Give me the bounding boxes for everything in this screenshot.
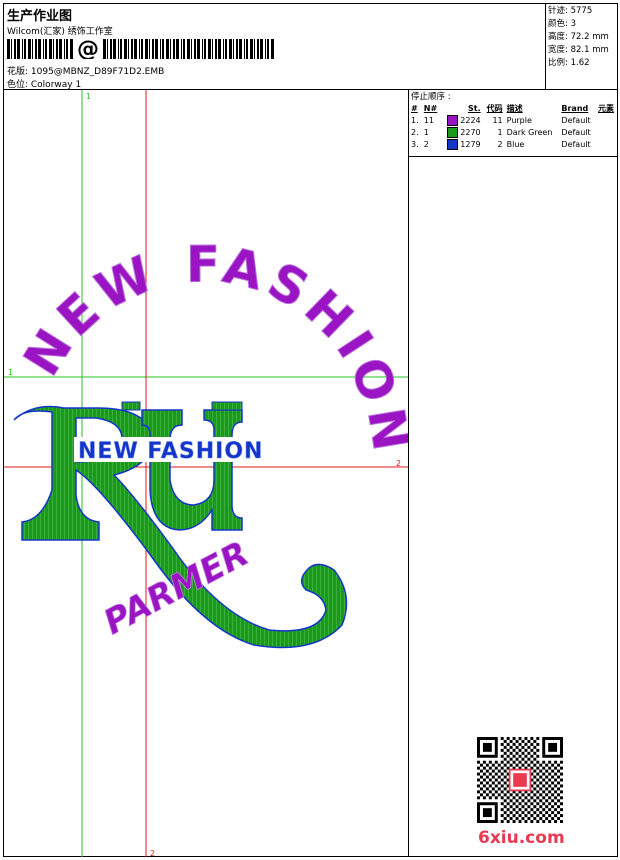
guide-label-green-left: 1 [8,368,13,377]
col-needle: N# [423,103,438,113]
header: 生产作业图 Wilcom(汇家) 绣饰工作室 @ 花版: 1095@MBNZ_D… [4,4,617,90]
barcode: @ [7,39,274,59]
stat-width: 宽度: 82.1 mm [548,45,609,55]
table-row: 3. 2 1279 2 Blue Default [411,138,591,150]
inner-text: NEW FASHION [78,439,263,464]
col-brand: Brand [561,103,589,113]
watermark: 6xiu.com [478,828,565,848]
stop-sequence-heading: 停止顺序 : [411,92,451,102]
col-element: 元素 [597,103,614,113]
pattern-file: 花版: 1095@MBNZ_D89F71D2.EMB [7,67,165,77]
stats-panel: 针迹: 5775 颜色: 3 高度: 72.2 mm 宽度: 82.1 mm 比… [545,4,618,90]
design-canvas: 1 1 2 2 NEW FASHION NEW FASHION PARMER [4,90,408,857]
col-code: 代码 [486,103,503,113]
colorway-label: 色位: Colorway 1 [7,80,82,90]
col-index: # [411,103,418,113]
page-title: 生产作业图 [7,9,73,24]
stat-colors: 颜色: 3 [548,19,577,29]
stat-scale: 比例: 1.62 [548,58,590,68]
color-table: # N# St. 代码 描述 Brand 元素 1. 11 2224 11 Pu… [409,102,618,150]
stat-stitches: 针迹: 5775 [548,6,593,16]
guide-label-green-top: 1 [86,92,91,101]
guide-label-red-bottom: 2 [150,849,155,857]
color-swatch-purple [446,114,458,126]
company-name: Wilcom(汇家) 绣饰工作室 [7,27,113,37]
barcode-symbol: @ [77,39,99,59]
qr-code [477,737,563,823]
guide-label-red-right: 2 [396,459,401,468]
stat-height: 高度: 72.2 mm [548,32,609,42]
table-row: 2. 1 2270 1 Dark Green Default [411,126,591,138]
divider [409,156,618,157]
qr-logo-icon [513,773,527,787]
col-stitches: St. [468,103,481,113]
col-description: 描述 [506,103,523,113]
color-table-header: # N# St. 代码 描述 Brand 元素 [409,102,618,114]
table-row: 1. 11 2224 11 Purple Default [411,114,591,126]
production-sheet: 生产作业图 Wilcom(汇家) 绣饰工作室 @ 花版: 1095@MBNZ_D… [3,3,618,857]
color-swatch-blue [446,138,458,150]
color-swatch-green [446,126,458,138]
